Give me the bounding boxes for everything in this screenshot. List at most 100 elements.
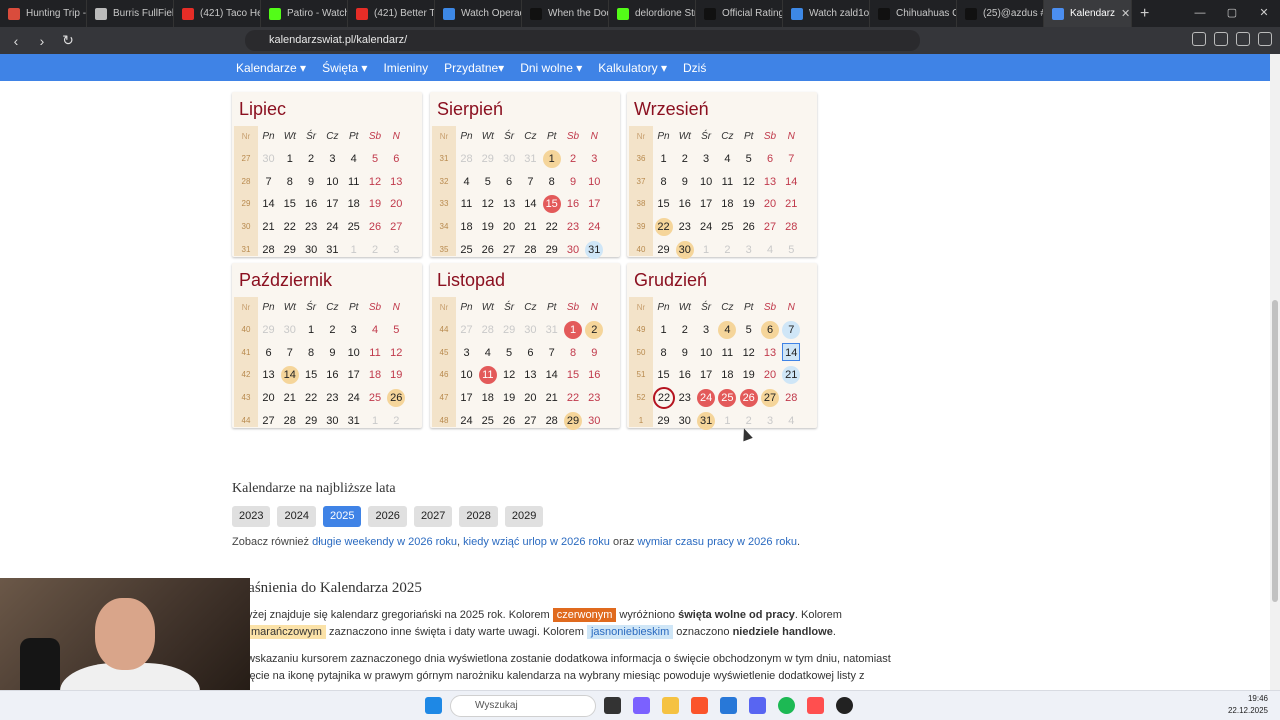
scrollbar-thumb[interactable]	[1272, 300, 1278, 602]
day-cell[interactable]: 16	[563, 193, 584, 215]
day-cell[interactable]: 10	[584, 171, 605, 193]
day-cell[interactable]: 27	[760, 387, 781, 409]
day-cell[interactable]: 6	[499, 171, 520, 193]
day-cell[interactable]: 8	[541, 171, 562, 193]
close-tab-icon[interactable]: ✕	[1121, 7, 1130, 20]
day-cell[interactable]: 16	[301, 193, 322, 215]
day-cell[interactable]: 2	[563, 148, 584, 170]
day-cell[interactable]: 28	[477, 319, 498, 341]
day-cell[interactable]: 2	[301, 148, 322, 170]
day-cell[interactable]: 27	[499, 239, 520, 261]
day-cell[interactable]: 1	[365, 410, 386, 432]
day-cell[interactable]: 16	[584, 364, 605, 386]
day-cell[interactable]: 11	[717, 171, 738, 193]
day-cell[interactable]: 26	[477, 239, 498, 261]
day-cell[interactable]: 29	[477, 148, 498, 170]
day-cell[interactable]: 18	[365, 364, 386, 386]
day-cell[interactable]: 3	[386, 239, 407, 261]
browser-tab[interactable]: Watch Operaci	[435, 0, 522, 27]
day-cell[interactable]: 20	[386, 193, 407, 215]
minimize-icon[interactable]: —	[1184, 0, 1216, 27]
day-cell[interactable]: 18	[717, 364, 738, 386]
day-cell[interactable]: 1	[653, 148, 674, 170]
day-cell[interactable]: 19	[499, 387, 520, 409]
day-cell[interactable]: 21	[781, 364, 802, 386]
day-cell[interactable]: 1	[717, 410, 738, 432]
day-cell[interactable]: 28	[520, 239, 541, 261]
day-cell[interactable]: 21	[781, 193, 802, 215]
day-cell[interactable]: 21	[520, 216, 541, 238]
day-cell[interactable]: 23	[674, 216, 695, 238]
day-cell[interactable]: 20	[258, 387, 279, 409]
day-cell[interactable]: 12	[738, 171, 759, 193]
task-view-icon[interactable]	[604, 697, 621, 714]
day-cell[interactable]: 1	[343, 239, 364, 261]
day-cell[interactable]: 5	[386, 319, 407, 341]
discord-icon[interactable]	[749, 697, 766, 714]
day-cell[interactable]: 9	[563, 171, 584, 193]
day-cell[interactable]: 12	[738, 342, 759, 364]
day-cell[interactable]: 30	[322, 410, 343, 432]
day-cell[interactable]: 29	[653, 410, 674, 432]
day-cell[interactable]: 17	[696, 193, 717, 215]
day-cell[interactable]: 6	[520, 342, 541, 364]
browser-tab[interactable]: (421) Taco Hen	[174, 0, 261, 27]
day-cell[interactable]: 3	[738, 239, 759, 261]
day-cell[interactable]: 10	[456, 364, 477, 386]
year-button[interactable]: 2027	[413, 506, 453, 527]
nav-link[interactable]: Dni wolne ▾	[520, 61, 582, 75]
day-cell[interactable]: 13	[760, 342, 781, 364]
day-cell[interactable]: 8	[301, 342, 322, 364]
day-cell[interactable]: 3	[584, 148, 605, 170]
day-cell[interactable]: 13	[258, 364, 279, 386]
system-clock[interactable]: 19:46 22.12.2025	[1228, 693, 1268, 717]
day-cell[interactable]: 24	[343, 387, 364, 409]
day-cell[interactable]: 5	[365, 148, 386, 170]
day-cell[interactable]: 11	[343, 171, 364, 193]
day-cell[interactable]: 26	[738, 216, 759, 238]
taskbar-search[interactable]: Wyszukaj	[450, 695, 596, 717]
menu-icon[interactable]	[1258, 32, 1272, 46]
day-cell[interactable]: 24	[696, 387, 717, 409]
day-cell[interactable]: 16	[322, 364, 343, 386]
copilot-icon[interactable]	[633, 697, 650, 714]
day-cell[interactable]: 13	[499, 193, 520, 215]
day-cell[interactable]: 11	[717, 342, 738, 364]
day-cell[interactable]: 15	[563, 364, 584, 386]
day-cell[interactable]: 25	[343, 216, 364, 238]
day-cell[interactable]: 8	[653, 171, 674, 193]
day-cell[interactable]: 6	[386, 148, 407, 170]
day-cell[interactable]: 29	[279, 239, 300, 261]
day-cell[interactable]: 31	[584, 239, 605, 261]
day-cell[interactable]: 7	[258, 171, 279, 193]
day-cell[interactable]: 7	[781, 319, 802, 341]
day-cell[interactable]: 19	[738, 364, 759, 386]
day-cell[interactable]: 30	[301, 239, 322, 261]
day-cell[interactable]: 9	[674, 171, 695, 193]
day-cell[interactable]: 19	[386, 364, 407, 386]
day-cell[interactable]: 3	[696, 319, 717, 341]
day-cell[interactable]: 15	[541, 193, 562, 215]
day-cell[interactable]: 8	[279, 171, 300, 193]
day-cell[interactable]: 7	[541, 342, 562, 364]
day-cell[interactable]: 30	[584, 410, 605, 432]
day-cell[interactable]: 2	[584, 319, 605, 341]
day-cell[interactable]: 20	[499, 216, 520, 238]
spotify-icon[interactable]	[778, 697, 795, 714]
day-cell[interactable]: 4	[365, 319, 386, 341]
browser-tab[interactable]: Burris FullField	[87, 0, 174, 27]
browser-tab[interactable]: Watch zald1o |	[783, 0, 870, 27]
day-cell[interactable]: 30	[563, 239, 584, 261]
day-cell[interactable]: 18	[477, 387, 498, 409]
day-cell[interactable]: 12	[477, 193, 498, 215]
day-cell[interactable]: 12	[365, 171, 386, 193]
day-cell[interactable]: 26	[499, 410, 520, 432]
close-window-icon[interactable]: ✕	[1248, 0, 1280, 27]
day-cell[interactable]: 14	[781, 171, 802, 193]
day-cell[interactable]: 5	[738, 148, 759, 170]
day-cell[interactable]: 1	[541, 148, 562, 170]
day-cell[interactable]: 27	[520, 410, 541, 432]
day-cell[interactable]: 3	[696, 148, 717, 170]
day-cell[interactable]: 14	[279, 364, 300, 386]
nav-link[interactable]: Święta ▾	[322, 61, 367, 75]
